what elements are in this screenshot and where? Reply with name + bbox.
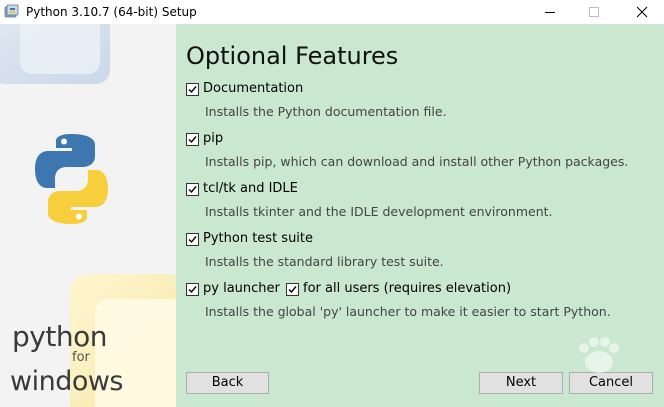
checkmark-icon (188, 286, 197, 294)
feature-label[interactable]: pip (203, 131, 223, 147)
close-button[interactable] (620, 0, 664, 24)
all-users-label[interactable]: for all users (requires elevation) (303, 281, 511, 297)
checkmark-icon (288, 286, 297, 294)
feature-label[interactable]: py launcher (203, 281, 280, 297)
minimize-button[interactable] (528, 0, 572, 24)
feature-description: Installs the standard library test suite… (205, 254, 444, 269)
tcltk-idle-checkbox[interactable] (186, 183, 199, 196)
feature-description: Installs tkinter and the IDLE developmen… (205, 204, 553, 219)
close-icon (636, 6, 648, 18)
banner-word-for: for (72, 350, 90, 365)
documentation-checkbox[interactable] (186, 83, 199, 96)
content-panel: Optional Features Documentation Installs… (176, 24, 664, 407)
checkmark-icon (188, 236, 197, 244)
page-title: Optional Features (186, 42, 399, 70)
banner-word-windows: windows (10, 366, 124, 397)
feature-label[interactable]: Python test suite (203, 231, 313, 247)
installer-banner: python for windows (0, 24, 176, 407)
maximize-button[interactable] (572, 0, 616, 24)
checkmark-icon (188, 86, 197, 94)
pip-checkbox[interactable] (186, 133, 199, 146)
maximize-icon (589, 7, 599, 17)
banner-word-python: python (12, 320, 107, 353)
python-installer-icon (4, 4, 20, 20)
minimize-icon (545, 12, 555, 13)
py-launcher-checkbox[interactable] (186, 283, 199, 296)
feature-description: Installs pip, which can download and ins… (205, 154, 629, 169)
feature-description: Installs the Python documentation file. (205, 104, 447, 119)
feature-label[interactable]: Documentation (203, 81, 303, 97)
checkmark-icon (188, 186, 197, 194)
window-title: Python 3.10.7 (64-bit) Setup (26, 5, 197, 19)
all-users-checkbox[interactable] (286, 283, 299, 296)
test-suite-checkbox[interactable] (186, 233, 199, 246)
checkmark-icon (188, 136, 197, 144)
feature-label[interactable]: tcl/tk and IDLE (203, 181, 298, 197)
cancel-button[interactable]: Cancel (569, 372, 653, 394)
feature-description: Installs the global 'py' launcher to mak… (205, 304, 611, 319)
title-bar: Python 3.10.7 (64-bit) Setup (0, 0, 664, 24)
next-button[interactable]: Next (479, 372, 563, 394)
back-button[interactable]: Back (186, 372, 269, 394)
